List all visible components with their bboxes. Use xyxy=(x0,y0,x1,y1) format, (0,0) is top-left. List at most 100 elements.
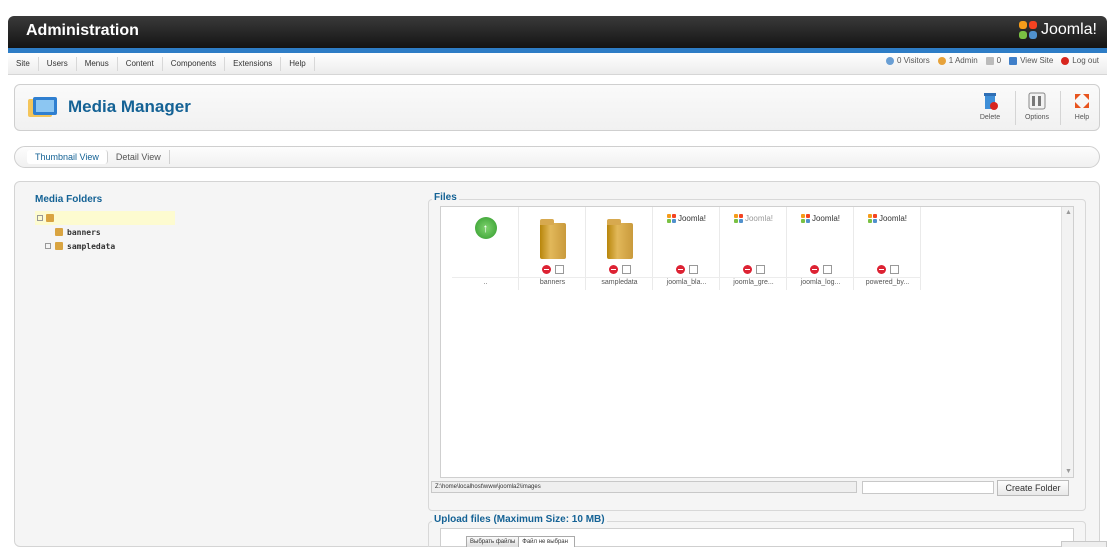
folder-icon xyxy=(606,219,633,259)
menu-users[interactable]: Users xyxy=(39,56,77,71)
joomla-image-thumbnail[interactable]: Joomla! xyxy=(867,214,907,223)
visitors-icon xyxy=(885,56,894,65)
joomla-logo[interactable]: Joomla! xyxy=(1018,21,1097,39)
new-folder-name-input[interactable] xyxy=(862,481,994,494)
messages-count: 0 xyxy=(996,56,1002,65)
tab-detail-view[interactable]: Detail View xyxy=(108,150,170,164)
select-checkbox[interactable] xyxy=(554,265,564,274)
trash-icon xyxy=(980,91,1000,111)
messages-status[interactable]: 0 xyxy=(985,56,1002,65)
menu-help[interactable]: Help xyxy=(281,56,315,71)
main-menu: Site Users Menus Content Components Exte… xyxy=(8,53,1107,75)
menu-extensions[interactable]: Extensions xyxy=(225,56,282,71)
thumbnail-logo-text: Joomla! xyxy=(677,214,706,223)
thumbnail-logo-text: Joomla! xyxy=(811,214,840,223)
cell-divider xyxy=(854,277,921,278)
up-arrow-icon[interactable]: ↑ xyxy=(474,217,497,239)
file-item[interactable]: Joomla! joomla_gre... xyxy=(720,207,787,290)
cell-divider xyxy=(720,277,787,278)
up-directory-cell[interactable]: ↑ .. xyxy=(452,207,519,290)
file-item[interactable]: sampledata xyxy=(586,207,653,290)
file-name[interactable]: banners xyxy=(519,279,586,286)
upload-legend: Upload files (Maximum Size: 10 MB) xyxy=(432,514,607,525)
logout-link[interactable]: Log out xyxy=(1061,56,1099,65)
files-scrollbar[interactable]: ▲ ▼ xyxy=(1061,207,1073,477)
delete-icon[interactable] xyxy=(675,265,685,274)
admins-text: 1 Admin xyxy=(948,56,978,65)
toolbar-divider xyxy=(1060,91,1061,125)
file-item[interactable]: Joomla! powered_by... xyxy=(854,207,921,290)
joomla-image-thumbnail[interactable]: Joomla! xyxy=(666,214,706,223)
select-checkbox[interactable] xyxy=(621,265,631,274)
select-checkbox[interactable] xyxy=(822,265,832,274)
admin-header: Administration Joomla! xyxy=(8,16,1107,48)
logout-text: Log out xyxy=(1072,56,1099,65)
view-site-link[interactable]: View Site xyxy=(1009,56,1053,65)
folder-tree-item[interactable]: banners xyxy=(35,225,175,239)
menu-site[interactable]: Site xyxy=(8,56,39,71)
file-name[interactable]: joomla_bla... xyxy=(653,279,720,286)
media-manager-icon xyxy=(27,95,59,119)
corner-button[interactable] xyxy=(1061,541,1107,547)
folder-icon xyxy=(55,228,63,236)
view-tabs: Thumbnail View Detail View xyxy=(14,146,1100,168)
menu-content[interactable]: Content xyxy=(118,56,163,71)
folder-icon xyxy=(55,242,63,250)
select-checkbox[interactable] xyxy=(755,265,765,274)
page-title: Media Manager xyxy=(68,97,191,116)
file-name[interactable]: powered_by... xyxy=(854,279,921,286)
admins-icon xyxy=(937,56,946,65)
options-icon xyxy=(1027,91,1047,111)
admin-title: Administration xyxy=(26,22,139,39)
help-button[interactable]: Help xyxy=(1062,91,1102,127)
folder-tree: banners sampledata xyxy=(35,211,175,253)
files-grid-area: ↑ .. banners sampledata Joomla! joomla_b… xyxy=(440,206,1074,478)
file-picker[interactable]: Выбрать файлы Файл не выбран xyxy=(466,536,575,547)
folder-tree-item[interactable]: sampledata xyxy=(35,239,175,253)
files-legend: Files xyxy=(432,192,459,203)
file-name[interactable]: joomla_log... xyxy=(787,279,854,286)
delete-icon[interactable] xyxy=(608,265,618,274)
logout-icon xyxy=(1061,56,1070,65)
menu-menus[interactable]: Menus xyxy=(77,56,118,71)
delete-icon[interactable] xyxy=(742,265,752,274)
media-folders-title: Media Folders xyxy=(35,194,103,205)
folder-icon xyxy=(539,219,566,259)
file-item[interactable]: banners xyxy=(519,207,586,290)
choose-files-button[interactable]: Выбрать файлы xyxy=(467,537,520,547)
tab-thumbnail-view[interactable]: Thumbnail View xyxy=(27,150,108,164)
joomla-image-thumbnail[interactable]: Joomla! xyxy=(733,214,773,223)
expand-icon[interactable] xyxy=(45,243,51,249)
select-checkbox[interactable] xyxy=(889,265,899,274)
delete-icon[interactable] xyxy=(876,265,886,274)
toolbar-divider xyxy=(1015,91,1016,125)
folder-tree-root[interactable] xyxy=(35,211,175,225)
joomla-image-thumbnail[interactable]: Joomla! xyxy=(800,214,840,223)
create-folder-button[interactable]: Create Folder xyxy=(997,480,1069,496)
menu-components[interactable]: Components xyxy=(163,56,226,71)
select-checkbox[interactable] xyxy=(688,265,698,274)
toolbar: Media Manager Delete Options Help xyxy=(14,84,1100,131)
delete-button[interactable]: Delete xyxy=(970,91,1010,127)
file-item[interactable]: Joomla! joomla_log... xyxy=(787,207,854,290)
collapse-icon[interactable] xyxy=(37,215,43,221)
folder-label: sampledata xyxy=(67,241,116,251)
scroll-up-arrow-icon[interactable]: ▲ xyxy=(1065,209,1072,216)
file-name[interactable]: sampledata xyxy=(586,279,653,286)
delete-icon[interactable] xyxy=(541,265,551,274)
joomla-mark-icon xyxy=(867,214,877,223)
scroll-down-arrow-icon[interactable]: ▼ xyxy=(1065,468,1072,475)
folder-path-field: Z:\home\localhost\www\joomla2\images xyxy=(431,481,857,493)
joomla-mark-icon xyxy=(1018,21,1037,39)
file-item[interactable]: Joomla! joomla_bla... xyxy=(653,207,720,290)
delete-icon[interactable] xyxy=(809,265,819,274)
up-label: .. xyxy=(483,279,488,286)
mail-icon xyxy=(985,56,994,65)
joomla-mark-icon xyxy=(800,214,810,223)
no-file-text: Файл не выбран xyxy=(522,539,568,545)
thumbnail-logo-text: Joomla! xyxy=(878,214,907,223)
file-name[interactable]: joomla_gre... xyxy=(720,279,787,286)
options-button[interactable]: Options xyxy=(1017,91,1057,127)
joomla-mark-icon xyxy=(733,214,743,223)
help-label: Help xyxy=(1074,114,1090,121)
